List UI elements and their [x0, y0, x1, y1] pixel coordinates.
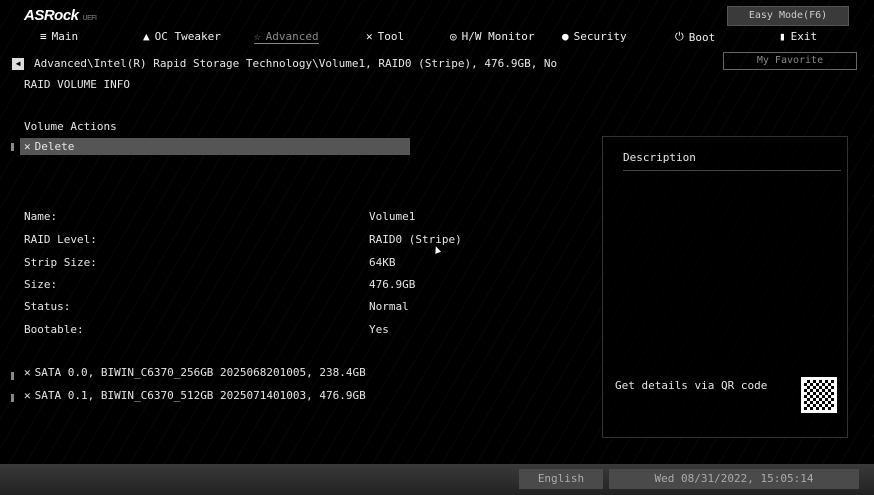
- info-label-bootable: Bootable:: [24, 323, 84, 336]
- flame-icon: ▲: [143, 30, 150, 43]
- menu-icon: ≡: [40, 30, 47, 43]
- tab-boot[interactable]: ⏻ Boot: [675, 30, 715, 44]
- info-value-status: Normal: [369, 300, 409, 313]
- volume-actions-heading: Volume Actions: [24, 120, 117, 133]
- info-label-status: Status:: [24, 300, 71, 313]
- exit-icon: ▮: [779, 30, 786, 43]
- disk-label: SATA 0.1, BIWIN_C6370_512GB 202507140100…: [34, 389, 366, 402]
- asrock-logo: ASRock UEFI: [24, 7, 97, 24]
- monitor-icon: ◎: [450, 30, 457, 43]
- info-value-bootable: Yes: [369, 323, 389, 336]
- info-value-size: 476.9GB: [369, 278, 416, 291]
- tab-main[interactable]: ≡ Main: [40, 30, 78, 43]
- tools-icon: ✕: [366, 30, 373, 43]
- main-nav: ≡ Main ▲ OC Tweaker ☆ Advanced ✕ Tool ◎ H/W M…: [0, 30, 874, 48]
- mouse-cursor: [432, 245, 442, 254]
- star-icon: ☆: [254, 30, 261, 43]
- info-label-name: Name:: [24, 210, 58, 223]
- info-value-raid-level: RAID0 (Stripe): [369, 233, 462, 246]
- tab-exit[interactable]: ▮ Exit: [779, 30, 817, 43]
- delete-label: Delete: [34, 140, 75, 153]
- disk-item[interactable]: ✕ SATA 0.1, BIWIN_C6370_512GB 20250714010…: [24, 389, 366, 402]
- shield-icon: ●: [562, 30, 569, 43]
- description-title: Description: [623, 151, 841, 171]
- qr-text: Get details via QR code: [615, 379, 768, 392]
- back-arrow-icon[interactable]: ◀: [12, 57, 24, 70]
- item-marker: [11, 394, 14, 402]
- tools-icon: ✕: [24, 140, 31, 153]
- tab-hw-monitor[interactable]: ◎ H/W Monitor: [450, 30, 534, 43]
- my-favorite-button[interactable]: My Favorite: [723, 52, 857, 70]
- easy-mode-button[interactable]: Easy Mode(F6): [727, 6, 849, 26]
- tools-icon: ✕: [24, 366, 31, 379]
- info-value-strip-size: 64KB: [369, 256, 396, 269]
- disk-item[interactable]: ✕ SATA 0.0, BIWIN_C6370_256GB 20250682010…: [24, 366, 366, 379]
- info-label-raid-level: RAID Level:: [24, 233, 97, 246]
- language-button[interactable]: English: [519, 469, 603, 489]
- tab-oc-tweaker[interactable]: ▲ OC Tweaker: [143, 30, 221, 43]
- info-label-strip-size: Strip Size:: [24, 256, 97, 269]
- tab-advanced[interactable]: ☆ Advanced: [254, 30, 319, 44]
- footer-bar: English Wed 08/31/2022, 15:05:14: [0, 464, 874, 495]
- disk-label: SATA 0.0, BIWIN_C6370_256GB 202506820100…: [34, 366, 366, 379]
- breadcrumb-text: Advanced\Intel(R) Rapid Storage Technolo…: [34, 57, 558, 70]
- power-icon: ⏻: [675, 30, 684, 43]
- delete-volume-item[interactable]: ✕ Delete: [20, 138, 410, 155]
- item-marker: [11, 372, 14, 380]
- info-label-size: Size:: [24, 278, 58, 291]
- item-marker: [11, 143, 14, 151]
- tab-tool[interactable]: ✕ Tool: [366, 30, 404, 43]
- description-panel: Description Get details via QR code: [602, 136, 848, 438]
- datetime-display: Wed 08/31/2022, 15:05:14: [609, 469, 859, 489]
- breadcrumb: ◀ Advanced\Intel(R) Rapid Storage Techno…: [12, 57, 557, 70]
- tab-security[interactable]: ● Security: [562, 30, 627, 43]
- page-title: RAID VOLUME INFO: [24, 78, 130, 91]
- qr-code-icon: [801, 377, 837, 413]
- info-value-name: Volume1: [369, 210, 416, 223]
- tools-icon: ✕: [24, 389, 31, 402]
